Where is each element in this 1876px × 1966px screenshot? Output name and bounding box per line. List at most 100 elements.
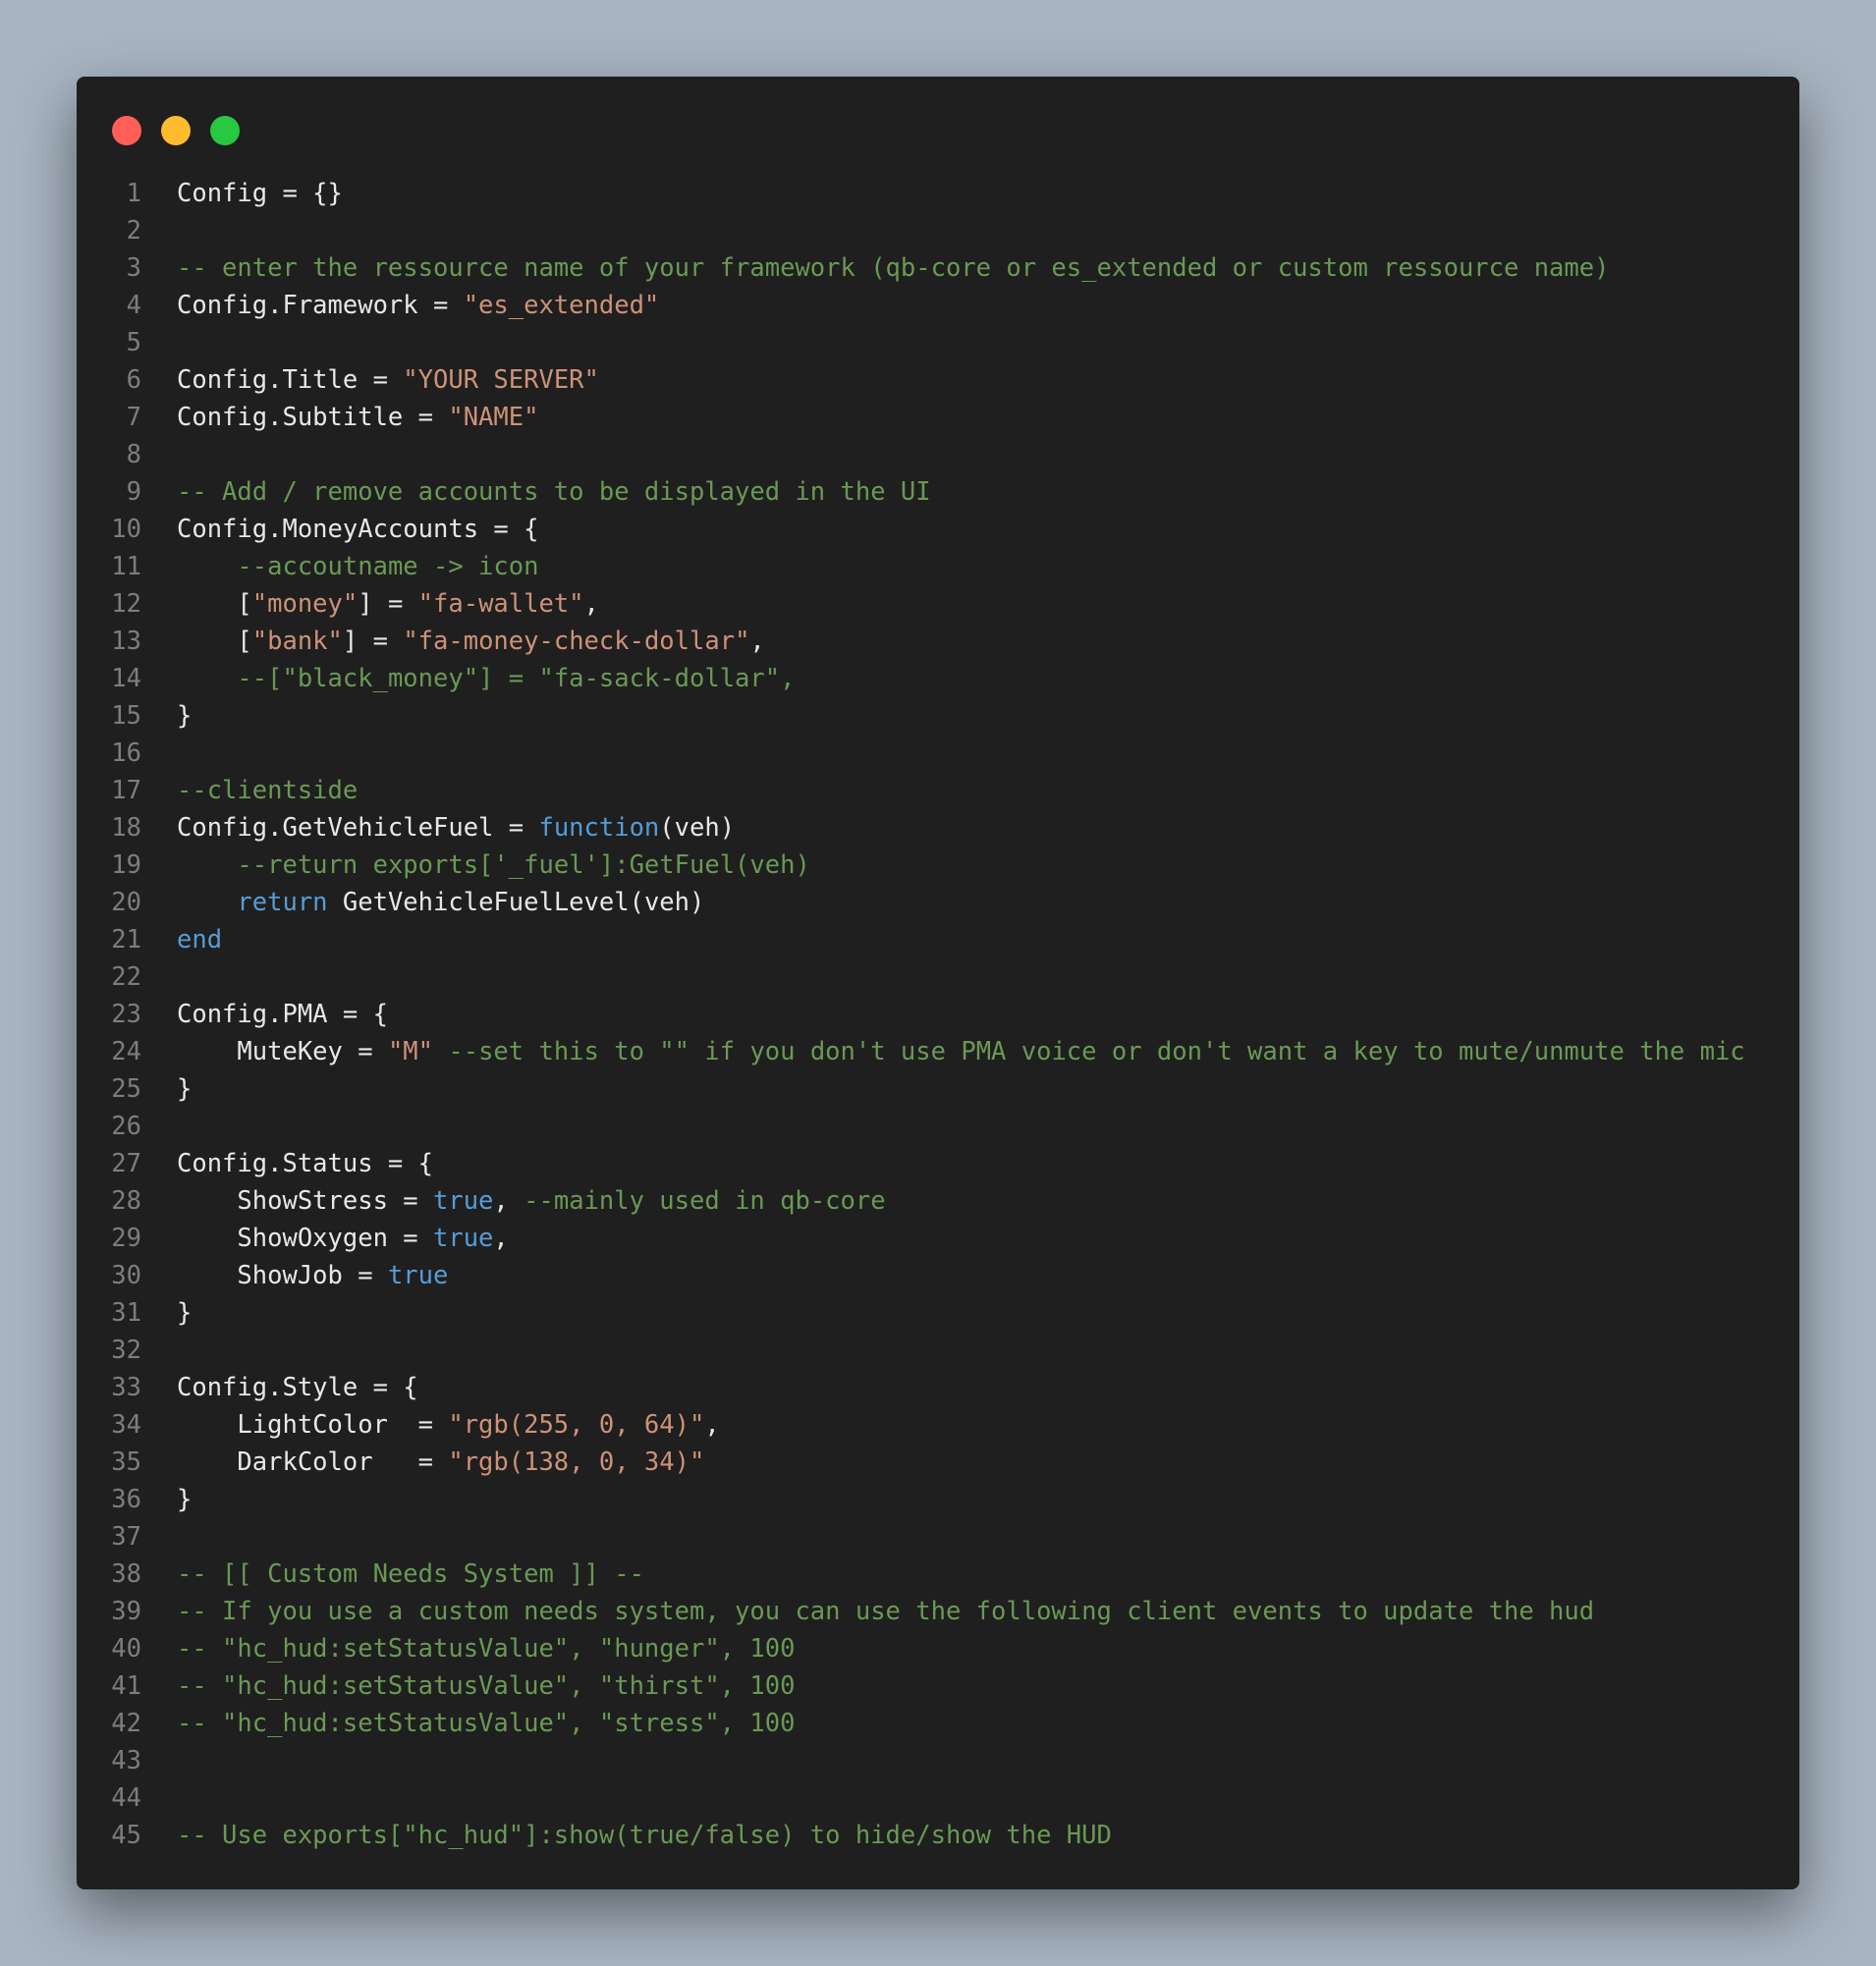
- code-line: 5: [77, 324, 1799, 361]
- line-number: 2: [126, 216, 141, 246]
- code-token: Config.Framework =: [177, 291, 464, 320]
- line-number: 27: [111, 1149, 141, 1178]
- line-source: LightColor = "rgb(255, 0, 64)",: [141, 1406, 720, 1444]
- line-number: 12: [111, 589, 141, 619]
- line-source: Config.PMA = {: [141, 996, 388, 1033]
- line-number: 23: [111, 1000, 141, 1029]
- close-button[interactable]: [112, 116, 141, 145]
- line-number: 29: [111, 1224, 141, 1253]
- code-token: }: [177, 1074, 193, 1104]
- line-number: 7: [126, 403, 141, 432]
- code-line: 13 ["bank"] = "fa-money-check-dollar",: [77, 623, 1799, 660]
- code-token: -- Add / remove accounts to be displayed…: [177, 477, 931, 507]
- code-token: -- "hc_hud:setStatusValue", "hunger", 10…: [177, 1634, 796, 1664]
- line-number: 25: [111, 1074, 141, 1104]
- code-line: 17 --clientside: [77, 772, 1799, 809]
- code-token: "fa-wallet": [417, 589, 584, 619]
- line-source: -- Add / remove accounts to be displayed…: [141, 473, 931, 511]
- line-source: Config = {}: [141, 175, 343, 212]
- line-source: ["money"] = "fa-wallet",: [141, 585, 599, 623]
- line-number: 24: [111, 1037, 141, 1066]
- line-number: 37: [111, 1522, 141, 1552]
- line-source: [141, 212, 177, 249]
- code-token: ,: [583, 589, 599, 619]
- code-token: MuteKey =: [177, 1037, 388, 1066]
- line-number: 15: [111, 701, 141, 731]
- line-source: [141, 436, 177, 473]
- code-token: -- "hc_hud:setStatusValue", "stress", 10…: [177, 1709, 796, 1738]
- code-line: 23 Config.PMA = {: [77, 996, 1799, 1033]
- line-source: [141, 1332, 177, 1369]
- code-token: [: [177, 627, 252, 656]
- code-token: ] =: [358, 589, 418, 619]
- code-token: ShowJob =: [177, 1261, 388, 1290]
- code-line: 28 ShowStress = true, --mainly used in q…: [77, 1182, 1799, 1220]
- code-token: "rgb(255, 0, 64)": [448, 1410, 705, 1440]
- code-token: Config.Title =: [177, 365, 404, 395]
- code-line: 19 --return exports['_fuel']:GetFuel(veh…: [77, 846, 1799, 884]
- line-number: 14: [111, 664, 141, 693]
- code-line: 25}: [77, 1070, 1799, 1108]
- code-token: DarkColor =: [177, 1447, 449, 1477]
- code-line: 10 Config.MoneyAccounts = {: [77, 511, 1799, 548]
- code-line: 35 DarkColor = "rgb(138, 0, 34)": [77, 1444, 1799, 1481]
- minimize-button[interactable]: [161, 116, 191, 145]
- code-line: 2: [77, 212, 1799, 249]
- line-number: 41: [111, 1671, 141, 1701]
- line-number: 1: [126, 179, 141, 208]
- line-source: --clientside: [141, 772, 358, 809]
- line-number: 36: [111, 1485, 141, 1514]
- code-token: true: [387, 1261, 449, 1290]
- line-source: DarkColor = "rgb(138, 0, 34)": [141, 1444, 704, 1481]
- line-source: -- "hc_hud:setStatusValue", "hunger", 10…: [141, 1630, 795, 1667]
- code-token: "NAME": [448, 403, 539, 432]
- maximize-button[interactable]: [210, 116, 240, 145]
- code-line: 38 -- [[ Custom Needs System ]] --: [77, 1556, 1799, 1593]
- code-line: 3 -- enter the ressource name of your fra…: [77, 249, 1799, 287]
- line-number: 9: [126, 477, 141, 507]
- line-number: 28: [111, 1186, 141, 1216]
- line-number: 21: [111, 925, 141, 955]
- code-editor[interactable]: 1 Config = {} 2 3 -- enter the ressource nam…: [77, 175, 1799, 1854]
- line-source: --["black_money"] = "fa-sack-dollar",: [141, 660, 795, 697]
- line-number: 44: [111, 1783, 141, 1813]
- line-source: Config.Framework = "es_extended": [141, 287, 659, 324]
- code-token: LightColor =: [177, 1410, 449, 1440]
- line-number: 42: [111, 1709, 141, 1738]
- line-number: 32: [111, 1336, 141, 1365]
- code-token: ShowOxygen =: [177, 1224, 433, 1253]
- code-line: 26: [77, 1108, 1799, 1145]
- line-source: }: [141, 1481, 192, 1518]
- code-line: 1 Config = {}: [77, 175, 1799, 212]
- code-line: 39 -- If you use a custom needs system, y…: [77, 1593, 1799, 1630]
- code-token: "fa-money-check-dollar": [403, 627, 750, 656]
- code-line: 22: [77, 958, 1799, 996]
- line-number: 39: [111, 1597, 141, 1626]
- code-token: --["black_money"] = "fa-sack-dollar",: [237, 664, 796, 693]
- code-token: "bank": [251, 627, 343, 656]
- line-number: 18: [111, 813, 141, 843]
- line-number: 19: [111, 850, 141, 880]
- code-line: 42 -- "hc_hud:setStatusValue", "stress", …: [77, 1705, 1799, 1742]
- code-line: 6 Config.Title = "YOUR SERVER": [77, 361, 1799, 399]
- code-token: -- If you use a custom needs system, you…: [177, 1597, 1595, 1626]
- code-line: 32: [77, 1332, 1799, 1369]
- line-source: [141, 958, 177, 996]
- code-line: 36}: [77, 1481, 1799, 1518]
- line-number: 16: [111, 738, 141, 768]
- line-source: [141, 735, 177, 772]
- line-source: }: [141, 1070, 192, 1108]
- code-line: 15}: [77, 697, 1799, 735]
- line-number: 20: [111, 888, 141, 917]
- code-token: ] =: [342, 627, 404, 656]
- code-line: 20 return GetVehicleFuelLevel(veh): [77, 884, 1799, 921]
- line-number: 10: [111, 515, 141, 544]
- line-source: -- enter the ressource name of your fram…: [141, 249, 1609, 287]
- code-token: ,: [704, 1410, 720, 1440]
- line-number: 6: [126, 365, 141, 395]
- code-token: (veh): [659, 813, 736, 843]
- line-source: }: [141, 697, 192, 735]
